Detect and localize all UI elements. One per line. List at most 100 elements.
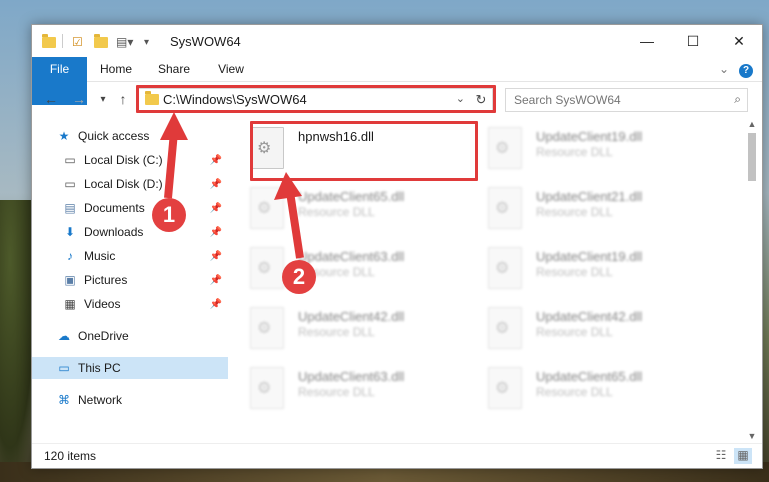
window-title: SysWOW64: [170, 34, 241, 49]
music-icon: ♪: [67, 249, 73, 263]
step-marker-1: 1: [152, 198, 186, 232]
sidebar-item-this-pc[interactable]: ▭ This PC: [32, 357, 228, 379]
pin-icon[interactable]: 📌: [210, 227, 222, 238]
scroll-down-icon[interactable]: ▼: [746, 431, 758, 443]
item-count: 120 items: [44, 449, 97, 463]
file-name: UpdateClient65.dll: [536, 369, 643, 384]
cloud-icon: ☁: [58, 329, 70, 343]
file-name: UpdateClient21.dll: [536, 189, 643, 204]
sidebar-item-label: This PC: [78, 361, 121, 375]
customize-qa-icon[interactable]: ▤▾: [116, 34, 133, 50]
sidebar-item-label: Music: [84, 249, 116, 263]
file-name: UpdateClient63.dll: [298, 249, 405, 264]
recent-locations-icon[interactable]: ▾: [94, 90, 112, 108]
scroll-thumb[interactable]: [748, 133, 756, 181]
new-folder-icon[interactable]: [94, 33, 108, 50]
sidebar-item-label: Documents: [84, 201, 145, 215]
dll-file-icon: [488, 127, 522, 169]
ribbon: File Home Share View ⌄ ?: [32, 57, 762, 105]
search-input[interactable]: [512, 91, 716, 109]
scroll-up-icon[interactable]: ▲: [746, 119, 758, 131]
forward-arrow-icon[interactable]: →: [70, 90, 88, 108]
sidebar-item-quick-access[interactable]: ★ Quick access: [32, 125, 228, 147]
tab-home[interactable]: Home: [94, 57, 138, 81]
sidebar-item-label: Local Disk (D:): [84, 177, 163, 191]
file-name: UpdateClient65.dll: [298, 189, 405, 204]
file-name: UpdateClient19.dll: [536, 249, 643, 264]
file-name: UpdateClient63.dll: [298, 369, 405, 384]
sidebar-item-documents[interactable]: ▤ Documents 📌: [32, 197, 228, 219]
minimize-button[interactable]: —: [624, 25, 670, 57]
navigation-pane: ★ Quick access ▭ Local Disk (C:) 📌 ▭ Loc…: [32, 117, 228, 441]
sidebar-item-music[interactable]: ♪ Music 📌: [32, 245, 228, 267]
dll-file-icon: [250, 187, 284, 229]
sidebar-item-downloads[interactable]: ⬇ Downloads 📌: [32, 221, 228, 243]
file-highlight: [250, 121, 478, 181]
file-item[interactable]: UpdateClient63.dll Resource DLL: [240, 243, 470, 291]
dll-file-icon: [488, 307, 522, 349]
folder-icon: [42, 33, 56, 50]
sidebar-item-local-disk-c[interactable]: ▭ Local Disk (C:) 📌: [32, 149, 228, 171]
maximize-button[interactable]: ☐: [670, 25, 716, 57]
file-type: Resource DLL: [536, 265, 613, 279]
download-icon: ⬇: [64, 225, 76, 239]
address-bar-highlight: [136, 85, 496, 113]
sidebar-item-onedrive[interactable]: ☁ OneDrive: [32, 325, 228, 347]
file-name: UpdateClient42.dll: [536, 309, 643, 324]
file-item[interactable]: UpdateClient42.dll Resource DLL: [240, 303, 470, 351]
qa-dropdown-icon[interactable]: ▾: [144, 34, 149, 50]
sidebar-item-local-disk-d[interactable]: ▭ Local Disk (D:) 📌: [32, 173, 228, 195]
file-item[interactable]: UpdateClient19.dll Resource DLL: [478, 243, 708, 291]
file-type: Resource DLL: [536, 385, 613, 399]
step-marker-2: 2: [282, 260, 316, 294]
properties-icon[interactable]: ☑: [72, 34, 83, 50]
drive-icon: ▭: [64, 153, 76, 167]
explorer-window: ☑ ▤▾ ▾ SysWOW64 — ☐ ✕ File Home Share Vi…: [31, 24, 763, 469]
drive-icon: ▭: [64, 177, 76, 191]
file-type: Resource DLL: [298, 205, 375, 219]
expand-ribbon-icon[interactable]: ⌄: [716, 57, 732, 81]
pictures-icon: ▣: [64, 273, 76, 287]
tab-view[interactable]: View: [210, 57, 252, 81]
pin-icon[interactable]: 📌: [210, 275, 222, 286]
sidebar-item-network[interactable]: ⌘ Network: [32, 389, 228, 411]
file-item[interactable]: UpdateClient63.dll Resource DLL: [240, 363, 470, 411]
file-type: Resource DLL: [536, 145, 613, 159]
sidebar-item-label: OneDrive: [78, 329, 129, 343]
dll-file-icon: [250, 307, 284, 349]
large-icons-view-icon[interactable]: ▦: [734, 448, 752, 464]
up-arrow-icon[interactable]: ↑: [114, 90, 132, 108]
title-bar: ☑ ▤▾ ▾ SysWOW64 — ☐ ✕: [32, 25, 762, 57]
status-bar: 120 items ☷ ▦: [32, 443, 762, 468]
file-type: Resource DLL: [536, 205, 613, 219]
file-item[interactable]: UpdateClient21.dll Resource DLL: [478, 183, 708, 231]
dll-file-icon: [488, 247, 522, 289]
search-icon[interactable]: ⌕: [734, 92, 741, 107]
vertical-scrollbar[interactable]: ▲ ▼: [746, 119, 758, 443]
file-name: UpdateClient42.dll: [298, 309, 405, 324]
videos-icon: ▦: [64, 297, 76, 311]
pin-icon[interactable]: 📌: [210, 203, 222, 214]
back-arrow-icon[interactable]: ←: [42, 90, 60, 108]
network-icon: ⌘: [58, 393, 70, 407]
help-icon[interactable]: ?: [738, 57, 754, 81]
sidebar-item-videos[interactable]: ▦ Videos 📌: [32, 293, 228, 315]
file-name: UpdateClient19.dll: [536, 129, 643, 144]
close-button[interactable]: ✕: [716, 25, 762, 57]
file-item[interactable]: UpdateClient65.dll Resource DLL: [478, 363, 708, 411]
file-item[interactable]: UpdateClient65.dll Resource DLL: [240, 183, 470, 231]
file-item[interactable]: UpdateClient19.dll Resource DLL: [478, 123, 708, 171]
file-type: Resource DLL: [536, 325, 613, 339]
sidebar-item-label: Videos: [84, 297, 121, 311]
pin-icon[interactable]: 📌: [210, 251, 222, 262]
documents-icon: ▤: [64, 201, 76, 215]
pin-icon[interactable]: 📌: [210, 155, 222, 166]
file-item[interactable]: UpdateClient42.dll Resource DLL: [478, 303, 708, 351]
file-type: Resource DLL: [298, 325, 375, 339]
pin-icon[interactable]: 📌: [210, 179, 222, 190]
search-box[interactable]: ⌕: [505, 88, 748, 112]
details-view-icon[interactable]: ☷: [712, 448, 730, 464]
pin-icon[interactable]: 📌: [210, 299, 222, 310]
sidebar-item-pictures[interactable]: ▣ Pictures 📌: [32, 269, 228, 291]
tab-share[interactable]: Share: [152, 57, 196, 81]
